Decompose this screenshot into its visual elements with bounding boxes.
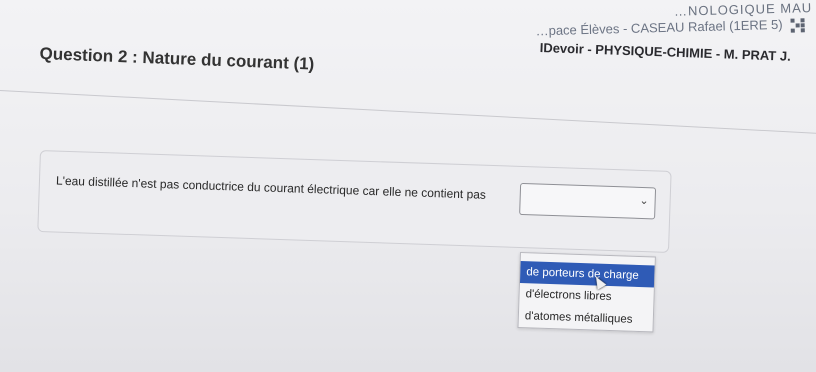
dropdown-list: de porteurs de charge d'électrons libres…	[517, 252, 656, 333]
question-text: L'eau distillée n'est pas conductrice du…	[55, 173, 487, 202]
question-title: Question 2 : Nature du courant (1)	[39, 44, 315, 74]
dropdown-option[interactable]: d'atomes métalliques	[519, 305, 654, 331]
divider	[0, 90, 816, 135]
question-card: L'eau distillée n'est pas conductrice du…	[37, 150, 672, 253]
chevron-down-icon[interactable]: ⌄	[639, 194, 649, 207]
answer-select[interactable]: ⌄	[519, 182, 657, 220]
school-name: …NOLOGIQUE MAU	[673, 0, 813, 19]
user-space-label[interactable]: …pace Élèves - CASEAU Rafael (1ERE 5)	[535, 17, 782, 38]
qr-icon[interactable]	[790, 18, 805, 33]
